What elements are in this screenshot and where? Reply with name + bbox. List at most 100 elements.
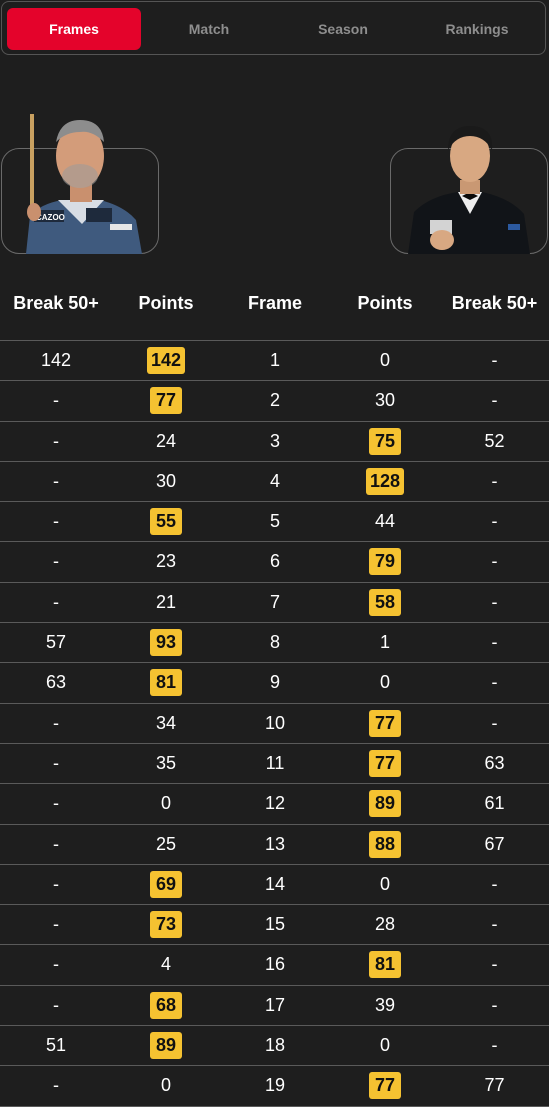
frame-number-cell-value: 2 bbox=[269, 390, 280, 411]
frame-number-cell-value: 11 bbox=[265, 752, 285, 773]
table-row: - 4 16 81 - bbox=[0, 945, 549, 986]
right-break-cell: - bbox=[440, 945, 549, 984]
frame-number-cell-value: 9 bbox=[269, 672, 280, 693]
frame-number-cell: 2 bbox=[220, 381, 330, 420]
right-points-cell: 0 bbox=[330, 1026, 440, 1065]
right-points-cell-value: 44 bbox=[374, 511, 396, 532]
left-break-cell: - bbox=[0, 1066, 112, 1105]
frame-number-cell-value: 5 bbox=[269, 511, 280, 532]
right-points-cell: 77 bbox=[330, 704, 440, 743]
winning-points-badge: 55 bbox=[150, 508, 182, 536]
right-points-cell: 0 bbox=[330, 341, 440, 380]
right-points-cell: 89 bbox=[330, 784, 440, 823]
left-break-cell-value: - bbox=[53, 873, 59, 894]
right-break-cell: 63 bbox=[440, 744, 549, 783]
frame-number-cell-value: 17 bbox=[264, 994, 286, 1015]
frame-number-cell: 18 bbox=[220, 1026, 330, 1065]
right-points-cell: 128 bbox=[330, 462, 440, 501]
table-row: - 24 3 75 52 bbox=[0, 422, 549, 462]
frame-number-cell-value: 3 bbox=[269, 430, 280, 451]
header-right-break: Break 50+ bbox=[451, 293, 538, 313]
tab-rankings[interactable]: Rankings bbox=[410, 8, 544, 50]
table-row: - 25 13 88 67 bbox=[0, 825, 549, 865]
left-points-cell: 0 bbox=[112, 1066, 220, 1105]
winning-points-badge: 68 bbox=[150, 991, 182, 1019]
right-points-cell: 75 bbox=[330, 422, 440, 461]
frame-number-cell-value: 10 bbox=[264, 712, 286, 733]
left-points-cell-value: 0 bbox=[160, 1075, 171, 1096]
frame-number-cell: 14 bbox=[220, 865, 330, 904]
frames-table: 142 142 1 0- -77 2 30- -24 3 75 52-30 4 128- -55 5 44- -… bbox=[0, 340, 549, 1107]
left-break-cell-value: - bbox=[53, 551, 59, 572]
left-break-cell-value: - bbox=[53, 591, 59, 612]
winning-points-badge: 73 bbox=[150, 911, 182, 939]
right-break-cell: - bbox=[440, 381, 549, 420]
right-break-cell: 52 bbox=[440, 422, 549, 461]
winning-points-badge: 77 bbox=[369, 709, 401, 737]
right-break-cell: 67 bbox=[440, 825, 549, 864]
left-break-cell: - bbox=[0, 422, 112, 461]
left-points-cell: 69 bbox=[112, 865, 220, 904]
frame-number-cell: 5 bbox=[220, 502, 330, 541]
right-points-cell: 44 bbox=[330, 502, 440, 541]
left-break-cell-value: - bbox=[53, 470, 59, 491]
left-break-cell: - bbox=[0, 825, 112, 864]
tab-frames[interactable]: Frames bbox=[7, 8, 141, 50]
right-points-cell: 30 bbox=[330, 381, 440, 420]
winning-points-badge: 81 bbox=[150, 669, 182, 697]
table-row: - 35 11 77 63 bbox=[0, 744, 549, 785]
right-break-cell-value: - bbox=[491, 470, 498, 491]
left-points-cell: 30 bbox=[112, 462, 220, 501]
left-points-cell-value: 4 bbox=[160, 954, 171, 975]
frame-number-cell-value: 1 bbox=[269, 350, 280, 370]
right-break-cell: - bbox=[440, 663, 549, 702]
left-break-cell-value: - bbox=[53, 833, 59, 854]
left-points-cell: 35 bbox=[112, 744, 220, 783]
right-break-cell-value: - bbox=[491, 994, 498, 1015]
frame-number-cell-value: 4 bbox=[269, 470, 280, 491]
winning-points-badge: 77 bbox=[369, 1072, 401, 1100]
right-points-cell-value: 0 bbox=[379, 672, 390, 693]
left-break-cell-value: - bbox=[53, 712, 59, 733]
right-points-cell-value: 30 bbox=[374, 390, 396, 411]
left-break-cell: - bbox=[0, 462, 112, 501]
right-points-cell-value: 0 bbox=[379, 873, 390, 894]
right-break-cell-value: - bbox=[491, 390, 498, 411]
winning-points-badge: 58 bbox=[369, 588, 401, 616]
frame-number-cell-value: 18 bbox=[264, 1035, 286, 1056]
left-points-cell: 34 bbox=[112, 704, 220, 743]
winning-points-badge: 142 bbox=[146, 347, 186, 374]
right-points-cell-value: 28 bbox=[374, 914, 396, 935]
table-row: - 23 6 79 - bbox=[0, 542, 549, 583]
winning-points-badge: 77 bbox=[150, 387, 182, 415]
left-points-cell-value: 34 bbox=[155, 712, 177, 733]
right-break-cell-value: - bbox=[491, 873, 498, 894]
tab-season[interactable]: Season bbox=[276, 8, 410, 50]
right-break-cell-value: - bbox=[491, 551, 498, 572]
left-break-cell: - bbox=[0, 542, 112, 581]
table-row: - 0 12 89 61 bbox=[0, 784, 549, 825]
right-break-cell-value: - bbox=[491, 591, 498, 612]
tab-match[interactable]: Match bbox=[142, 8, 276, 50]
left-break-cell: - bbox=[0, 945, 112, 984]
right-points-cell: 0 bbox=[330, 663, 440, 702]
frame-number-cell: 10 bbox=[220, 704, 330, 743]
left-points-cell: 89 bbox=[112, 1026, 220, 1065]
left-points-cell: 73 bbox=[112, 905, 220, 944]
left-points-cell: 25 bbox=[112, 825, 220, 864]
left-break-cell-value: - bbox=[53, 793, 59, 814]
table-row: - 34 10 77 - bbox=[0, 704, 549, 744]
right-break-cell-value: - bbox=[491, 914, 498, 935]
left-break-cell-value: - bbox=[53, 1075, 59, 1096]
right-break-cell-value: 77 bbox=[484, 1075, 505, 1096]
right-points-cell: 79 bbox=[330, 542, 440, 581]
right-points-cell-value: 1 bbox=[379, 632, 390, 653]
left-points-cell: 55 bbox=[112, 502, 220, 541]
right-break-cell: - bbox=[440, 623, 549, 662]
left-break-cell-value: 63 bbox=[45, 672, 67, 693]
frame-number-cell: 16 bbox=[220, 945, 330, 984]
winning-points-badge: 88 bbox=[369, 830, 401, 858]
header-right-points: Points bbox=[357, 293, 413, 313]
left-break-cell: - bbox=[0, 704, 112, 743]
right-break-cell-value: - bbox=[491, 511, 498, 532]
